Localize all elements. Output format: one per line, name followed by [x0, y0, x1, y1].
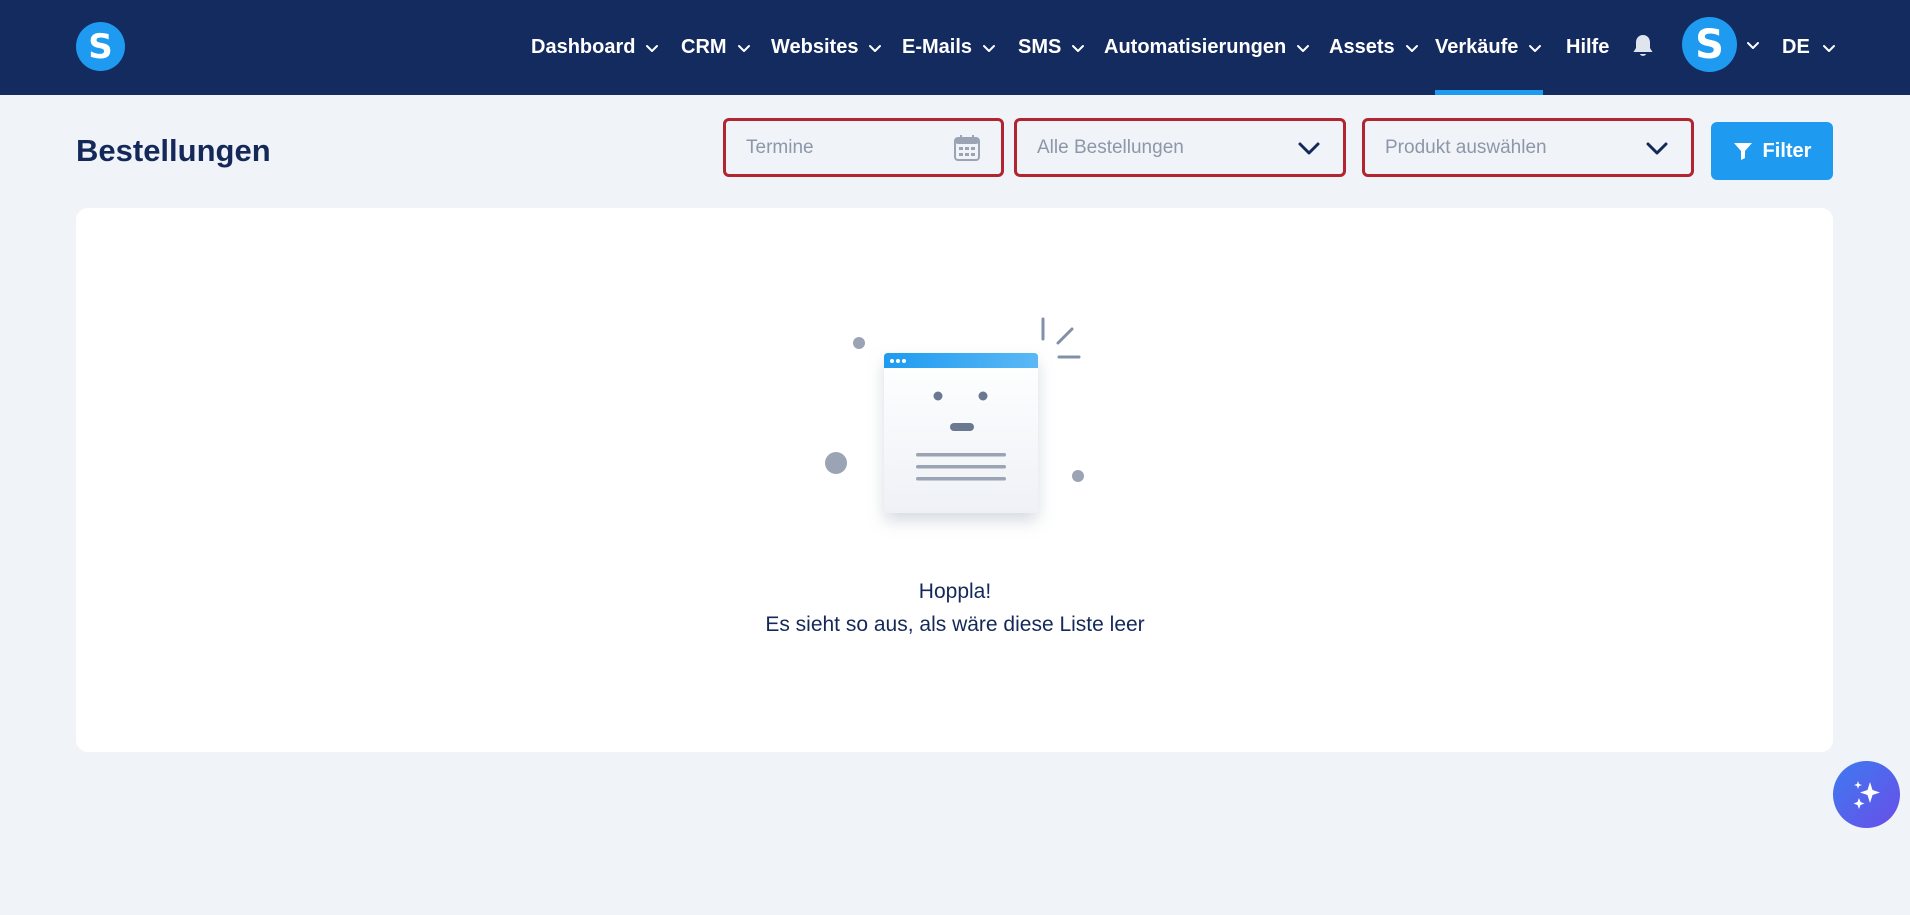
- chevron-down-icon: [646, 44, 659, 52]
- calendar-icon[interactable]: [953, 134, 981, 162]
- nav-item-label: Verkäufe: [1435, 36, 1519, 58]
- empty-state-message: Es sieht so aus, als wäre diese Liste le…: [765, 613, 1145, 636]
- nav-item-websites[interactable]: Websites: [771, 0, 883, 95]
- chevron-down-icon: [1646, 142, 1668, 154]
- orders-select[interactable]: Alle Bestellungen: [1014, 118, 1346, 177]
- chevron-down-icon: [869, 44, 882, 52]
- brand-logo-letter: S: [88, 26, 113, 67]
- nav-item-label: Dashboard: [531, 36, 636, 58]
- nav-item-verkaeufe[interactable]: Verkäufe: [1435, 0, 1544, 95]
- top-navigation-bar: S Dashboard CRM Websites E-Mails SMS Aut…: [0, 0, 1910, 95]
- empty-state-title: Hoppla!: [918, 580, 992, 603]
- chevron-down-icon: [1529, 44, 1542, 52]
- date-range-field[interactable]: Termine: [723, 118, 1004, 177]
- date-field-placeholder: Termine: [746, 136, 814, 158]
- filter-button[interactable]: Filter: [1711, 122, 1833, 180]
- language-label: DE: [1782, 36, 1810, 58]
- brand-logo[interactable]: S: [76, 22, 125, 71]
- ai-assistant-button[interactable]: [1833, 761, 1900, 828]
- user-avatar[interactable]: S: [1682, 17, 1737, 72]
- nav-item-label: Hilfe: [1566, 36, 1610, 58]
- sparkles-icon: [1853, 780, 1880, 809]
- chevron-down-icon: [983, 44, 996, 52]
- nav-item-assets[interactable]: Assets: [1329, 0, 1420, 95]
- nav-item-emails[interactable]: E-Mails: [902, 0, 997, 95]
- filter-button-label: Filter: [1762, 139, 1812, 162]
- empty-list-illustration: [825, 317, 1084, 513]
- nav-item-hilfe[interactable]: Hilfe: [1566, 0, 1609, 95]
- nav-item-label: Automatisierungen: [1104, 36, 1287, 58]
- nav-item-label: Assets: [1329, 36, 1395, 58]
- chevron-down-icon: [1298, 142, 1320, 154]
- avatar-letter: S: [1695, 21, 1724, 68]
- nav-item-dashboard[interactable]: Dashboard: [531, 0, 660, 95]
- chevron-down-icon: [737, 44, 750, 52]
- nav-item-label: E-Mails: [902, 36, 973, 58]
- funnel-icon: [1733, 143, 1752, 160]
- nav-item-label: Websites: [771, 36, 859, 58]
- product-select-value: Produkt auswählen: [1385, 136, 1547, 158]
- nav-item-automatisierungen[interactable]: Automatisierungen: [1104, 0, 1311, 95]
- product-select[interactable]: Produkt auswählen: [1362, 118, 1694, 177]
- nav-item-sms[interactable]: SMS: [1018, 0, 1086, 95]
- nav-item-crm[interactable]: CRM: [681, 0, 752, 95]
- chevron-down-icon: [1405, 44, 1418, 52]
- language-switcher[interactable]: DE: [1782, 0, 1837, 95]
- orders-select-value: Alle Bestellungen: [1037, 136, 1184, 158]
- bell-icon[interactable]: [1631, 33, 1655, 59]
- page-title: Bestellungen: [76, 133, 271, 168]
- chevron-down-icon[interactable]: [1745, 37, 1761, 53]
- chevron-down-icon: [1822, 44, 1835, 52]
- chevron-down-icon: [1072, 44, 1085, 52]
- nav-item-label: SMS: [1018, 36, 1062, 58]
- chevron-down-icon: [1297, 44, 1310, 52]
- nav-item-label: CRM: [681, 36, 727, 58]
